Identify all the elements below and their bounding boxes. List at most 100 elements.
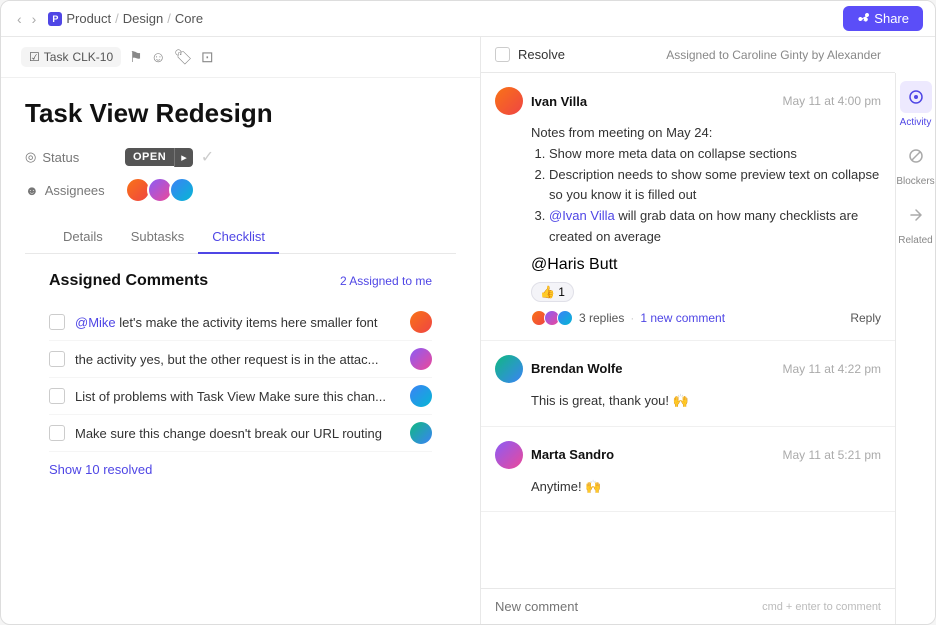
new-comment-input[interactable] <box>495 599 762 614</box>
comment-body-marta: Anytime! 🙌 <box>531 477 881 498</box>
resolve-left: Resolve <box>495 47 565 62</box>
emoji-icon[interactable]: ☺ <box>151 49 166 66</box>
status-row: ◎ Status OPEN ▸ ✓ <box>25 147 456 167</box>
back-button[interactable]: ‹ <box>13 9 26 29</box>
resolve-checkbox[interactable] <box>495 47 510 62</box>
task-id: CLK-10 <box>72 50 113 64</box>
flag-icon[interactable]: ⚑ <box>129 48 142 66</box>
comment-marta: Marta Sandro May 11 at 5:21 pm Anytime! … <box>481 427 895 513</box>
comment-emoji-ivan: 👍 1 <box>531 282 881 302</box>
comment-header-brendan: Brendan Wolfe May 11 at 4:22 pm <box>495 355 881 383</box>
comment-text-marta: Anytime! 🙌 <box>531 477 881 498</box>
breadcrumb-product[interactable]: Product <box>66 11 111 26</box>
checkbox-4[interactable] <box>49 425 65 441</box>
checklist-item-1: @Mike let's make the activity items here… <box>49 304 432 341</box>
share-icon <box>857 13 869 25</box>
right-sidebar: Activity Blockers Related <box>895 73 935 624</box>
item-avatar-4 <box>410 422 432 444</box>
task-meta: ◎ Status OPEN ▸ ✓ ☻ Assignees <box>25 147 456 203</box>
comment-author-ivan: Ivan Villa <box>495 87 587 115</box>
assignees-icon: ☻ <box>25 183 39 198</box>
comment-brendan: Brendan Wolfe May 11 at 4:22 pm This is … <box>481 341 895 427</box>
title-bar: ‹ › P Product / Design / Core Share <box>1 1 935 37</box>
comment-time-ivan: May 11 at 4:00 pm <box>783 94 882 108</box>
activity-label: Activity <box>900 117 932 128</box>
comment-ivan: Ivan Villa May 11 at 4:00 pm Notes from … <box>481 73 895 341</box>
comment-author-brendan: Brendan Wolfe <box>495 355 623 383</box>
reply-avatar-3 <box>557 310 573 326</box>
replies-info: 3 replies · 1 new comment <box>531 310 725 326</box>
blockers-icon <box>908 148 924 164</box>
nav-arrows: ‹ › <box>13 9 40 29</box>
comment-body-ivan: Notes from meeting on May 24: Show more … <box>531 123 881 248</box>
forward-button[interactable]: › <box>28 9 41 29</box>
assigned-badge[interactable]: 2 Assigned to me <box>340 274 432 288</box>
checklist-item-2: the activity yes, but the other request … <box>49 341 432 378</box>
tab-checklist[interactable]: Checklist <box>198 221 279 254</box>
task-body: Task View Redesign ◎ Status OPEN ▸ ✓ <box>1 78 480 624</box>
product-icon: P <box>48 12 62 26</box>
checkbox-2[interactable] <box>49 351 65 367</box>
breadcrumb-sep-2: / <box>167 11 171 26</box>
new-comment-bar: cmd + enter to comment <box>481 588 895 624</box>
comment-list-item-3: @Ivan Villa will grab data on how many c… <box>549 206 881 248</box>
tab-subtasks[interactable]: Subtasks <box>117 221 198 254</box>
comment-text-brendan: This is great, thank you! 🙌 <box>531 391 881 412</box>
assignees-avatars[interactable] <box>125 177 195 203</box>
avatar-marta <box>495 441 523 469</box>
task-badge: ☑ Task CLK-10 <box>21 47 121 67</box>
title-bar-left: ‹ › P Product / Design / Core <box>13 9 203 29</box>
comment-reactions-ivan: @Haris Butt <box>531 256 881 274</box>
status-check[interactable]: ✓ <box>201 147 214 167</box>
show-resolved-link[interactable]: Show 10 resolved <box>49 462 152 477</box>
status-dropdown[interactable]: ▸ <box>174 148 193 167</box>
comment-hint: cmd + enter to comment <box>762 601 881 613</box>
left-panel: ☑ Task CLK-10 ⚑ ☺ 🏷 ⊡ Task View Redesign… <box>1 37 481 624</box>
comment-list-item-2: Description needs to show some preview t… <box>549 165 881 207</box>
task-title: Task View Redesign <box>25 98 456 129</box>
blockers-label: Blockers <box>896 176 934 187</box>
checklist-item-3: List of problems with Task View Make sur… <box>49 378 432 415</box>
item-avatar-1 <box>410 311 432 333</box>
author-name-brendan: Brendan Wolfe <box>531 361 623 376</box>
comments-panel: Resolve Assigned to Caroline Ginty by Al… <box>481 37 895 624</box>
tab-details[interactable]: Details <box>49 221 117 254</box>
item-text-3: List of problems with Task View Make sur… <box>75 389 400 404</box>
breadcrumb-core[interactable]: Core <box>175 11 203 26</box>
checkbox-3[interactable] <box>49 388 65 404</box>
share-button[interactable]: Share <box>843 6 923 31</box>
avatar-brendan <box>495 355 523 383</box>
activity-sidebar-btn[interactable] <box>900 81 932 113</box>
assigned-text: Assigned to Caroline Ginty by Alexander <box>666 48 881 62</box>
blockers-sidebar-btn[interactable] <box>900 140 932 172</box>
comment-header-marta: Marta Sandro May 11 at 5:21 pm <box>495 441 881 469</box>
author-name-marta: Marta Sandro <box>531 447 614 462</box>
comment-intro-ivan: Notes from meeting on May 24: <box>531 123 881 144</box>
status-badge: OPEN ▸ ✓ <box>125 147 214 167</box>
haris-mention[interactable]: @Haris Butt <box>531 256 617 274</box>
item-text-2: the activity yes, but the other request … <box>75 352 400 367</box>
status-open[interactable]: OPEN <box>125 148 174 166</box>
replies-count[interactable]: 3 replies <box>579 311 624 325</box>
avatar-ivan <box>495 87 523 115</box>
section-header: Assigned Comments 2 Assigned to me <box>49 272 432 290</box>
reply-button-ivan[interactable]: Reply <box>850 311 881 325</box>
resolve-bar: Resolve Assigned to Caroline Ginty by Al… <box>481 37 895 73</box>
comments-list: Ivan Villa May 11 at 4:00 pm Notes from … <box>481 73 895 588</box>
comment-footer-ivan: 3 replies · 1 new comment Reply <box>531 310 881 326</box>
author-name-ivan: Ivan Villa <box>531 94 587 109</box>
right-panel: Resolve Assigned to Caroline Ginty by Al… <box>481 37 935 624</box>
checkbox-1[interactable] <box>49 314 65 330</box>
breadcrumb-design[interactable]: Design <box>123 11 163 26</box>
related-sidebar-btn[interactable] <box>900 199 932 231</box>
comment-list-ivan: Show more meta data on collapse sections… <box>531 144 881 248</box>
related-label: Related <box>898 235 932 246</box>
thumbs-up-reaction[interactable]: 👍 1 <box>531 282 574 302</box>
new-comment-label[interactable]: 1 new comment <box>640 311 725 325</box>
image-icon[interactable]: ⊡ <box>201 48 214 66</box>
resolve-text[interactable]: Resolve <box>518 47 565 62</box>
checklist-content: Assigned Comments 2 Assigned to me @Mike… <box>25 254 456 497</box>
tag-icon[interactable]: 🏷 <box>174 48 193 66</box>
assignees-row: ☻ Assignees <box>25 177 456 203</box>
breadcrumb: P Product / Design / Core <box>48 11 203 26</box>
